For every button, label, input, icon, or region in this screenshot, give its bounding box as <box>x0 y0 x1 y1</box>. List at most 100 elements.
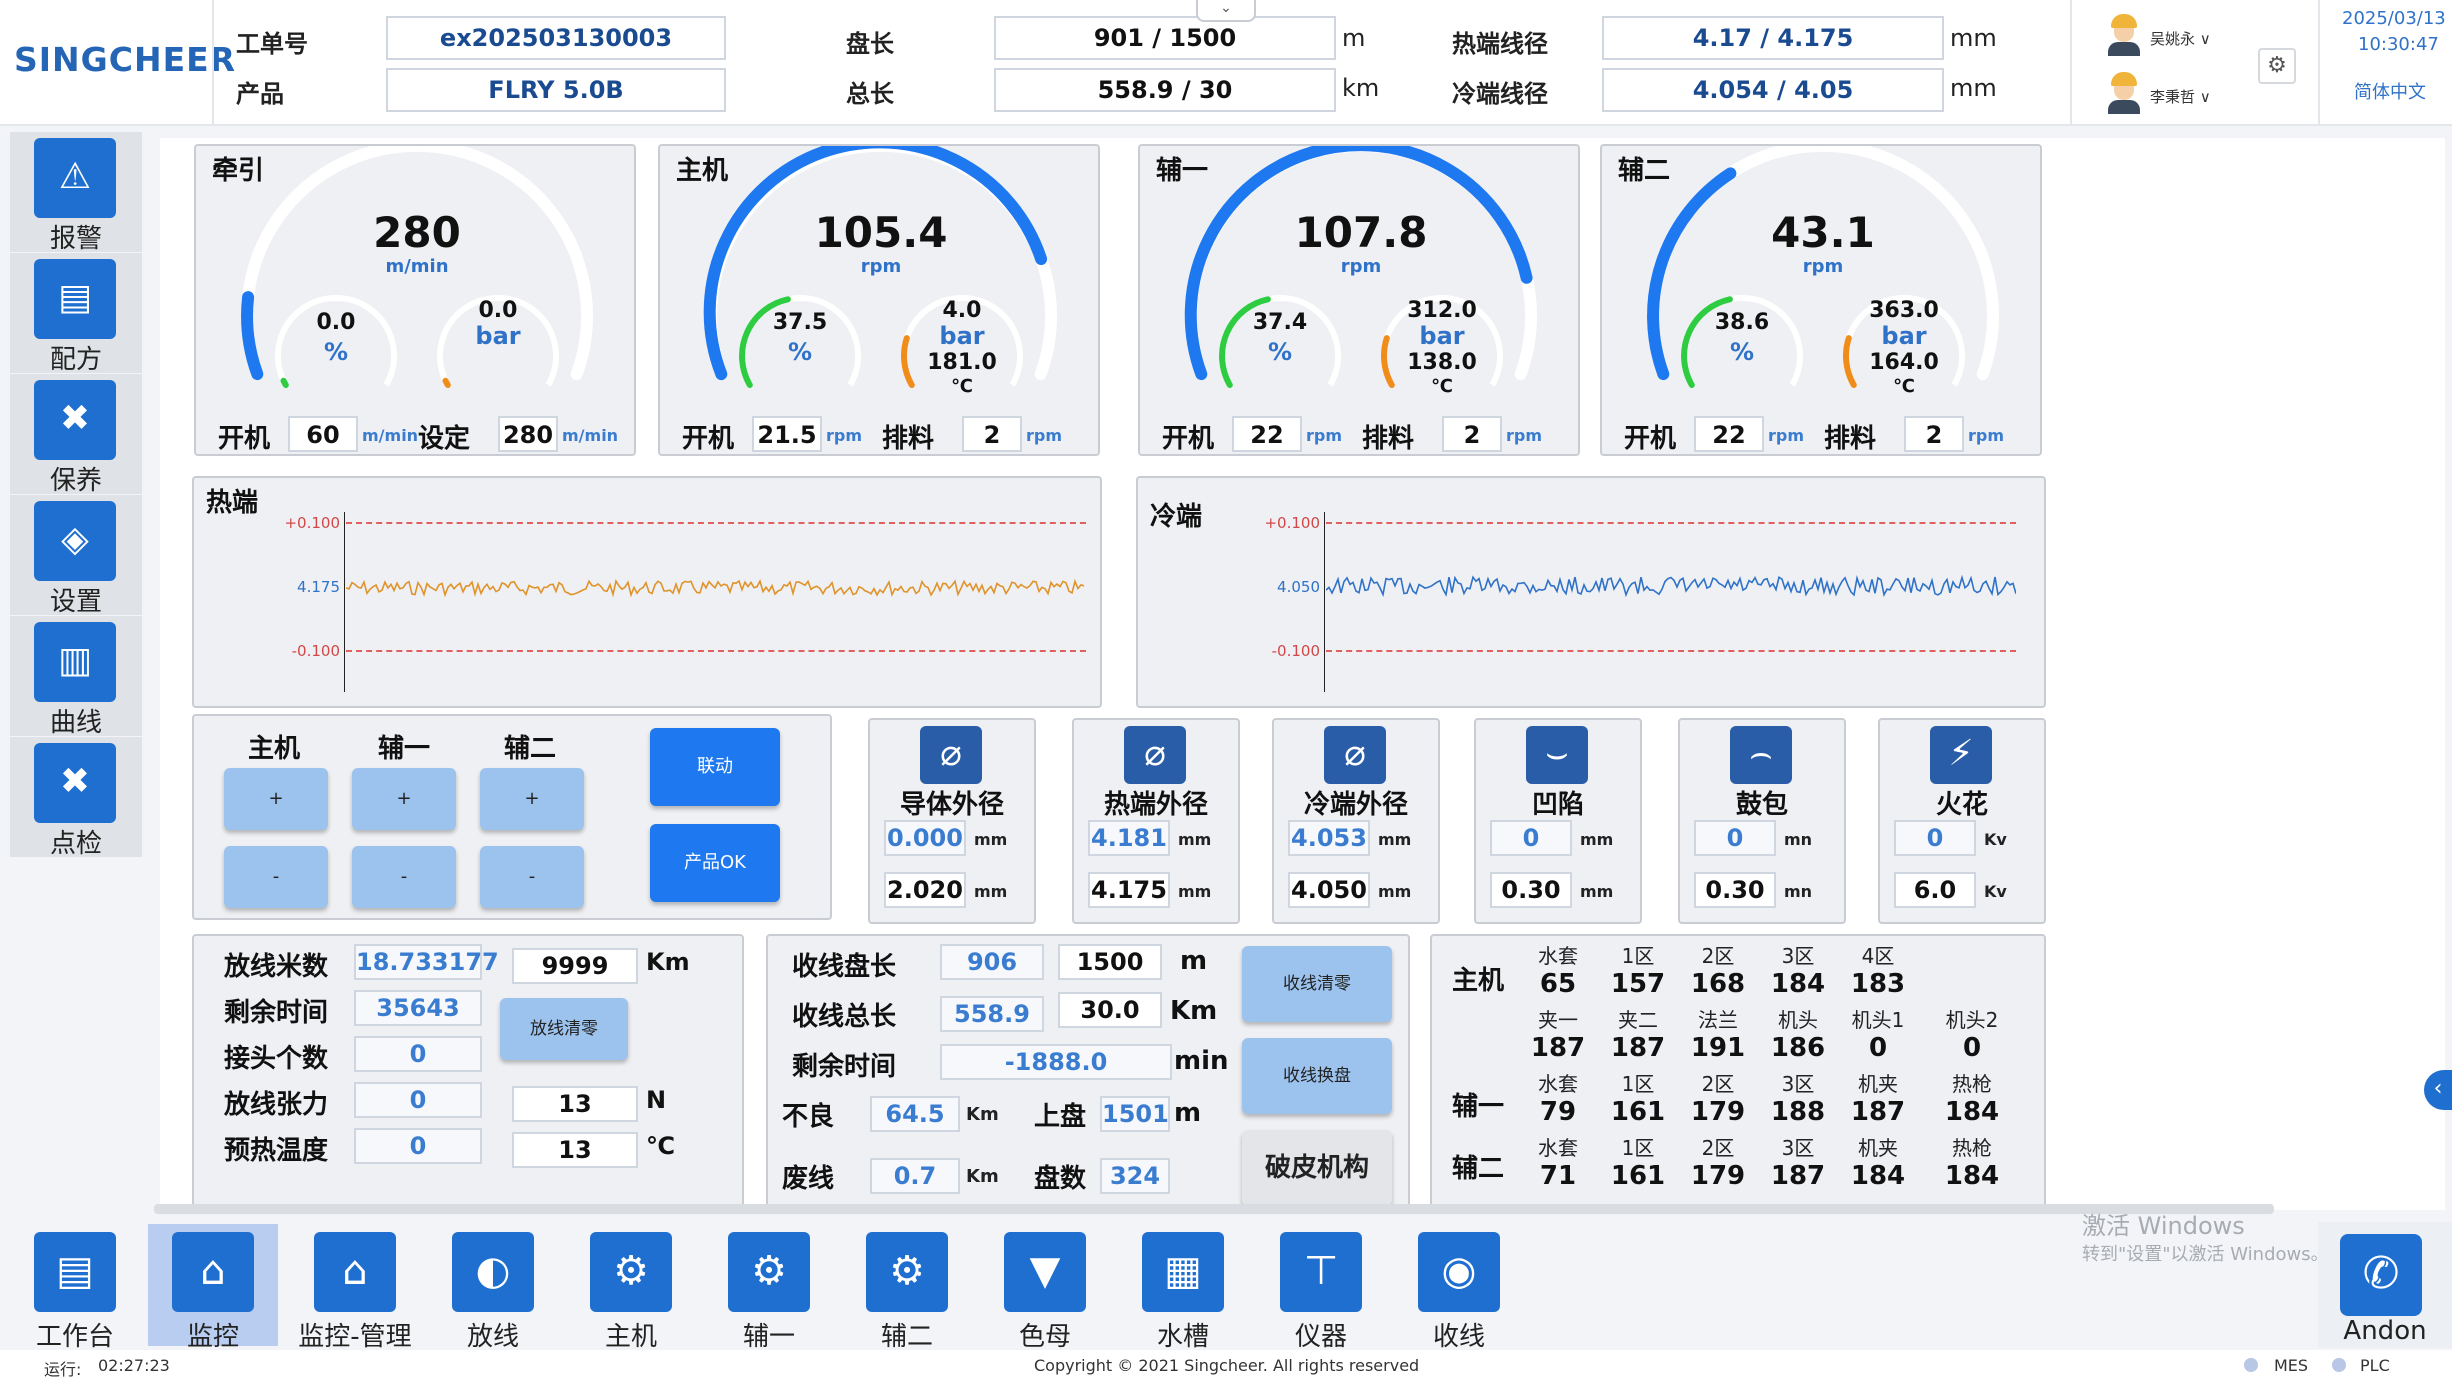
language-selector[interactable]: 简体中文 <box>2354 78 2426 104</box>
start-value[interactable]: 22 <box>1232 416 1302 452</box>
hot-dia-label: 热端线径 <box>1452 30 1548 58</box>
sidebar-item-label: 保养 <box>49 466 102 496</box>
aux1-plus-button[interactable]: + <box>352 768 456 830</box>
lower-label: -0.100 <box>291 642 340 660</box>
sidebar-item-1[interactable]: ⚠ 报警 <box>10 132 142 254</box>
temp-cell-value: 187 <box>1770 1161 1826 1191</box>
nav-item-10[interactable]: ⊤ 仪器 <box>1256 1224 1386 1352</box>
mini-gauge-fill <box>900 335 915 388</box>
takeup-bad-unit: Km <box>966 1104 999 1125</box>
sensor-set[interactable]: 2.020 <box>884 872 966 908</box>
temp-cell-value: 71 <box>1539 1161 1577 1191</box>
start-value[interactable]: 21.5 <box>752 416 822 452</box>
gauge-arc <box>1184 146 1537 388</box>
logo: SINGCHEER <box>14 40 237 79</box>
set-value[interactable]: 2 <box>1442 416 1502 452</box>
right-mini-unit2: ℃ <box>951 376 973 397</box>
andon-button[interactable]: ✆ Andon <box>2318 1222 2452 1348</box>
nav-item-3[interactable]: ⌂ 监控-管理 <box>290 1224 420 1352</box>
gauge-panel-4: 辅二 43.1 rpm 38.6% 363.0 bar 164.0 ℃ 开机 22 rpm 排料 2 rp… <box>1600 144 2042 456</box>
sensor-card-6: ⚡ 火花 0 6.0 Kv Kv <box>1878 718 2046 924</box>
sensor-set[interactable]: 0.30 <box>1694 872 1776 908</box>
start-label: 开机 <box>682 424 735 454</box>
gauge-arc <box>703 146 1057 388</box>
collapse-toggle[interactable]: ⌄ <box>1196 0 1256 22</box>
payoff-row-set[interactable]: 9999 <box>512 948 638 984</box>
recipe-icon: ▤ <box>34 259 116 339</box>
monitor-area: ⌄ 牵引280m/min0.0%0.0bar开机60m/min设定280m/mi… <box>160 138 2445 1210</box>
payoff-clear-button[interactable]: 放线清零 <box>500 998 628 1060</box>
takeup-total-set[interactable]: 30.0 <box>1058 992 1162 1028</box>
takeup-clear-button[interactable]: 收线清零 <box>1242 946 1392 1022</box>
payoff-row-set[interactable]: 13 <box>512 1086 638 1122</box>
sensor-set[interactable]: 4.050 <box>1288 872 1370 908</box>
payoff-row-set[interactable]: 13 <box>512 1132 638 1168</box>
main-minus-button[interactable]: - <box>224 846 328 908</box>
sensor-title: 热端外径 <box>1103 790 1208 820</box>
nav-item-2[interactable]: ⌂ 监控 <box>148 1224 278 1352</box>
payoff-row-label: 预热温度 <box>224 1136 329 1166</box>
start-value[interactable]: 60 <box>288 416 358 452</box>
temp-cell-label: 1区 <box>1621 944 1655 968</box>
right-mini-unit2: ℃ <box>1431 376 1453 397</box>
sensor-set[interactable]: 0.30 <box>1490 872 1572 908</box>
set-value[interactable]: 2 <box>1904 416 1964 452</box>
horizontal-scrollbar[interactable] <box>154 1204 2274 1214</box>
temp-cell-value: 184 <box>1850 1161 1906 1191</box>
nav-item-9[interactable]: ▦ 水槽 <box>1118 1224 1248 1352</box>
gauge-arc <box>1647 146 1999 388</box>
takeup-waste-label: 废线 <box>782 1164 835 1194</box>
takeup-change-button[interactable]: 收线换盘 <box>1242 1038 1392 1114</box>
sidebar-item-4[interactable]: ◈ 设置 <box>10 495 142 617</box>
sensor-set[interactable]: 4.175 <box>1088 872 1170 908</box>
sidebar-item-6[interactable]: ✖ 点检 <box>10 737 142 859</box>
gear-icon[interactable]: ⚙ <box>2258 48 2296 84</box>
payoff-row-label: 剩余时间 <box>224 998 329 1028</box>
sidebar-item-2[interactable]: ▤ 配方 <box>10 253 142 375</box>
right-mini-value: 0.0 <box>478 298 518 323</box>
temp-cell-value: 184 <box>1770 969 1826 999</box>
set-value[interactable]: 2 <box>962 416 1022 452</box>
temp-cell-label: 热枪 <box>1952 1072 1992 1096</box>
diameter-icon: ⌀ <box>920 726 982 784</box>
gauge-panel-3: 辅一 107.8 rpm 37.4% 312.0 bar 138.0 ℃ 开机 22 rpm 排料 2 r… <box>1138 144 1580 456</box>
nav-item-7[interactable]: ⚙ 辅二 <box>842 1224 972 1352</box>
aux2-plus-button[interactable]: + <box>480 768 584 830</box>
right-mini-unit: bar <box>939 322 985 350</box>
temp-cell-value: 168 <box>1690 969 1746 999</box>
takeup-icon: ◉ <box>1418 1232 1500 1312</box>
main-plus-button[interactable]: + <box>224 768 328 830</box>
aux1-minus-button[interactable]: - <box>352 846 456 908</box>
sensor-set[interactable]: 6.0 <box>1894 872 1976 908</box>
temp-cell: 法兰 191 <box>1678 1004 1758 1063</box>
temp-cell: 1区 157 <box>1598 940 1678 999</box>
payoff-icon: ◐ <box>452 1232 534 1312</box>
payoff-row-value: 0 <box>354 1082 482 1118</box>
takeup-disk-len-set[interactable]: 1500 <box>1058 944 1162 980</box>
right-mini-value2: 164.0 <box>1869 350 1939 375</box>
temp-cell: 夹二 187 <box>1598 1004 1678 1063</box>
gauge-main-unit: rpm <box>1802 256 1844 277</box>
nav-item-1[interactable]: ▤ 工作台 <box>10 1224 140 1352</box>
sidebar-item-3[interactable]: ✖ 保养 <box>10 374 142 496</box>
order-label: 工单号 <box>236 30 308 58</box>
hot-dia-value: 4.17 / 4.175 <box>1602 16 1944 60</box>
nav-item-5[interactable]: ⚙ 主机 <box>566 1224 696 1352</box>
user1-name[interactable]: 吴姚永 ∨ <box>2150 28 2211 49</box>
nav-item-11[interactable]: ◉ 收线 <box>1394 1224 1524 1352</box>
product-ok-button[interactable]: 产品OK <box>650 824 780 902</box>
set-value[interactable]: 280 <box>498 416 558 452</box>
start-label: 开机 <box>1162 424 1215 454</box>
aux2-minus-button[interactable]: - <box>480 846 584 908</box>
gauge-title: 牵引 <box>212 156 265 186</box>
link-button[interactable]: 联动 <box>650 728 780 806</box>
user2-name[interactable]: 李秉哲 ∨ <box>2150 86 2211 107</box>
strip-mechanism-button[interactable]: 破皮机构 <box>1242 1130 1392 1206</box>
nav-item-4[interactable]: ◐ 放线 <box>428 1224 558 1352</box>
start-value[interactable]: 22 <box>1694 416 1764 452</box>
sidebar-item-5[interactable]: ▥ 曲线 <box>10 616 142 738</box>
nav-item-6[interactable]: ⚙ 辅一 <box>704 1224 834 1352</box>
takeup-bad-label: 不良 <box>782 1102 835 1132</box>
trend-axis <box>344 512 345 692</box>
nav-item-8[interactable]: ▼ 色母 <box>980 1224 1110 1352</box>
